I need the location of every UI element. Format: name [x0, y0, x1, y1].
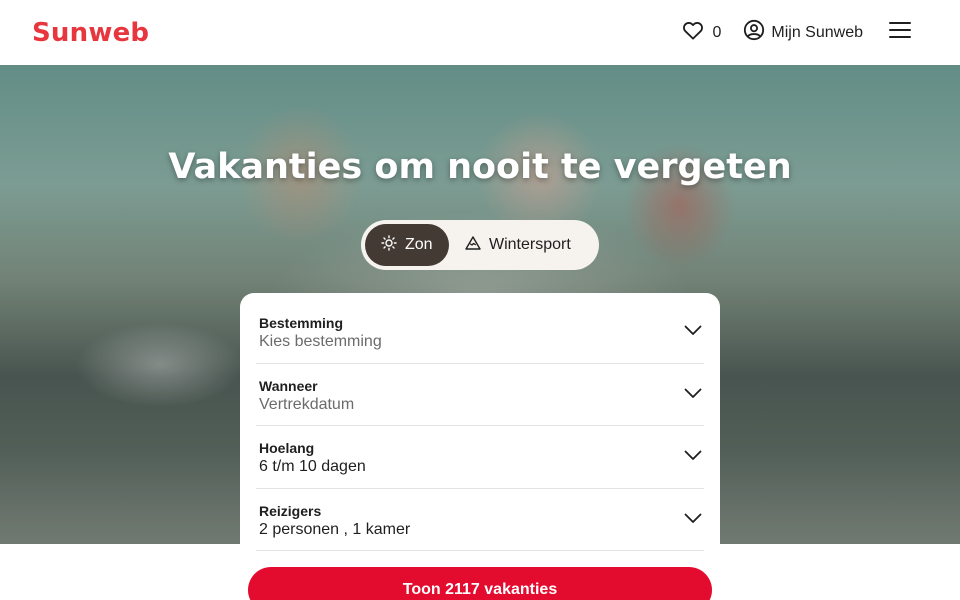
travelers-field[interactable]: Reizigers 2 personen , 1 kamer: [256, 489, 704, 551]
destination-label: Bestemming: [259, 315, 344, 331]
show-holidays-button[interactable]: Toon 2117 vakanties: [248, 567, 712, 600]
chevron-down-icon: [684, 448, 702, 466]
destination-field[interactable]: Bestemming Kies bestemming: [256, 301, 704, 364]
menu-button[interactable]: [889, 21, 911, 44]
user-circle-icon: [743, 19, 765, 46]
hamburger-icon: [889, 21, 911, 44]
travelers-label: Reizigers: [259, 502, 322, 519]
account-label: Mijn Sunweb: [771, 23, 863, 41]
chevron-down-icon: [684, 323, 702, 341]
header-actions: 0 Mijn Sunweb: [682, 19, 928, 46]
hero-title: Vakanties om nooit te vergeten: [168, 147, 792, 187]
search-card: Bestemming Kies bestemming Wanneer Vertr…: [240, 293, 720, 600]
when-value: Vertrekdatum: [259, 395, 355, 413]
toggle-zon-label: Zon: [405, 236, 433, 253]
sunweb-logo[interactable]: Sunweb: [32, 18, 149, 48]
chevron-down-icon: [684, 386, 702, 404]
duration-value: 6 t/m 10 dagen: [259, 458, 366, 475]
mountain-icon: [465, 235, 481, 256]
when-label: Wanneer: [259, 377, 318, 394]
toggle-wintersport-label: Wintersport: [489, 236, 571, 253]
favorites-button[interactable]: 0: [682, 20, 721, 45]
toggle-zon[interactable]: Zon: [365, 224, 449, 266]
site-header: Sunweb 0 Mijn Sunweb: [0, 0, 960, 65]
duration-label: Hoelang: [259, 440, 315, 456]
destination-value: Kies bestemming: [259, 333, 382, 350]
account-button[interactable]: Mijn Sunweb: [743, 19, 863, 46]
when-field[interactable]: Wanneer Vertrekdatum: [256, 364, 704, 426]
holiday-type-toggle: Zon Wintersport: [361, 220, 599, 270]
heart-icon: [682, 20, 704, 45]
duration-field[interactable]: Hoelang 6 t/m 10 dagen: [256, 426, 704, 489]
toggle-wintersport[interactable]: Wintersport: [449, 224, 587, 266]
sun-icon: [381, 234, 397, 256]
travelers-value: 2 personen , 1 kamer: [259, 520, 411, 538]
chevron-down-icon: [684, 511, 702, 529]
favorites-count: 0: [712, 23, 722, 41]
